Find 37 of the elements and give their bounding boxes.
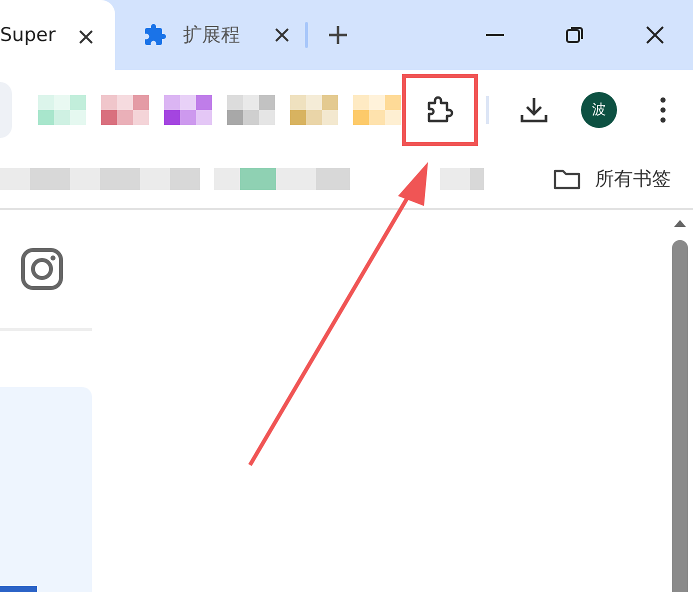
close-icon[interactable] [274,27,290,43]
blurred-bookmark[interactable] [0,168,30,190]
blurred-extension-icon[interactable] [101,95,149,125]
new-tab-icon[interactable] [328,25,348,45]
accent-bar [0,586,37,592]
blurred-bookmark[interactable] [316,168,350,190]
blurred-bookmark[interactable] [100,168,140,190]
scroll-up-icon[interactable] [673,218,687,228]
menu-icon[interactable] [660,97,666,123]
download-icon[interactable] [519,95,549,125]
blurred-bookmark[interactable] [214,168,240,190]
puzzle-icon[interactable] [425,95,455,125]
blurred-extension-icon[interactable] [353,95,401,125]
blurred-bookmark[interactable] [30,168,70,190]
blurred-extension-icon[interactable] [290,95,338,125]
blurred-bookmark[interactable] [470,168,484,190]
browser-tab[interactable]: Super [0,0,115,70]
restore-icon[interactable] [565,25,585,45]
blurred-extension-icon[interactable] [227,95,275,125]
bookmarks-folder[interactable]: 所有书签 [553,166,671,192]
blurred-bookmark[interactable] [276,168,316,190]
blurred-bookmark[interactable] [440,168,470,190]
blurred-bookmark[interactable] [170,168,200,190]
blurred-extension-icon[interactable] [164,95,212,125]
profile-avatar[interactable]: 波 [581,92,617,128]
blurred-bookmark[interactable] [140,168,170,190]
tab-title: Super [0,24,56,46]
puzzle-icon [143,23,167,47]
blurred-bookmark[interactable] [70,168,100,190]
camera-icon[interactable] [21,248,63,290]
folder-icon [553,168,581,190]
close-icon[interactable] [78,29,94,45]
scrollbar-thumb[interactable] [672,240,688,592]
blurred-bookmark[interactable] [240,168,276,190]
close-icon[interactable] [645,25,665,45]
browser-tab[interactable]: 扩展程 [143,7,303,63]
tab-title: 扩展程 [183,23,240,48]
